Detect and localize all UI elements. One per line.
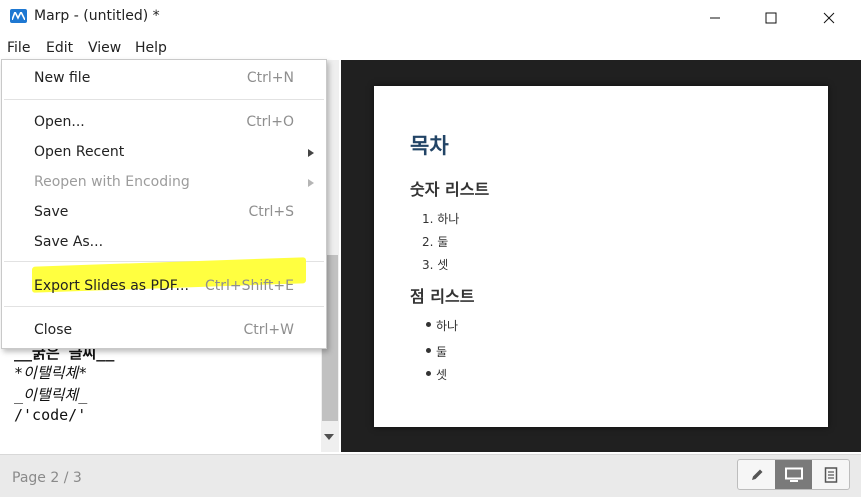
menu-item-reopen-with-encoding: Reopen with Encoding xyxy=(2,170,326,196)
title-bar: Marp - (untitled) * xyxy=(0,0,861,35)
menu-file[interactable]: File xyxy=(7,40,30,56)
menu-separator xyxy=(4,99,324,100)
menu-item-export-pdf[interactable]: Export Slides as PDF... Ctrl+Shift+E xyxy=(2,274,326,300)
menu-bar: File Edit View Help xyxy=(0,36,861,60)
ordered-list-item: 3. 셋 xyxy=(422,258,449,272)
submenu-arrow-icon xyxy=(308,179,314,187)
menu-separator xyxy=(4,306,324,307)
menu-help[interactable]: Help xyxy=(135,40,167,56)
window-title: Marp - (untitled) * xyxy=(34,8,160,24)
menu-view[interactable]: View xyxy=(88,40,121,56)
menu-item-save-as[interactable]: Save As... xyxy=(2,230,326,256)
status-bar: Page 2 / 3 xyxy=(0,454,861,497)
document-icon xyxy=(824,466,837,483)
scroll-down-arrow-icon[interactable] xyxy=(324,434,334,440)
pencil-icon xyxy=(751,469,762,480)
editor-line: _이탤릭체_ xyxy=(14,386,88,404)
menu-item-open-recent[interactable]: Open Recent xyxy=(2,140,326,166)
ordered-list-item: 1. 하나 xyxy=(422,212,460,226)
slide-subheading-bullets: 점 리스트 xyxy=(410,287,475,306)
menu-item-new-file[interactable]: New file Ctrl+N xyxy=(2,66,326,92)
markdown-view-button[interactable] xyxy=(738,460,775,489)
marp-logo-icon xyxy=(10,9,27,23)
bullet-icon xyxy=(426,322,431,327)
slide-preview: 목차 숫자 리스트 1. 하나 2. 둘 3. 셋 점 리스트 하나 둘 셋 xyxy=(374,86,828,427)
menu-item-close[interactable]: Close Ctrl+W xyxy=(2,318,326,344)
bullet-icon xyxy=(426,371,431,376)
monitor-icon xyxy=(784,467,803,482)
bullet-list-item: 둘 xyxy=(436,345,448,359)
menu-item-save[interactable]: Save Ctrl+S xyxy=(2,200,326,226)
editor-line: *이탤릭체* xyxy=(14,364,88,382)
minimize-button[interactable] xyxy=(692,0,738,35)
view-mode-toggle xyxy=(737,459,850,490)
page-indicator: Page 2 / 3 xyxy=(12,470,82,486)
bullet-icon xyxy=(426,348,431,353)
close-window-button[interactable] xyxy=(806,0,852,35)
menu-item-open[interactable]: Open... Ctrl+O xyxy=(2,110,326,136)
file-menu-dropdown: New file Ctrl+N Open... Ctrl+O Open Rece… xyxy=(1,59,327,349)
submenu-arrow-icon xyxy=(308,149,314,157)
ordered-list-item: 2. 둘 xyxy=(422,235,449,249)
slide-heading: 목차 xyxy=(410,134,449,158)
slide-subheading-numbered: 숫자 리스트 xyxy=(410,180,490,199)
slide-view-button[interactable] xyxy=(775,460,812,489)
list-view-button[interactable] xyxy=(812,460,849,489)
bullet-list-item: 셋 xyxy=(436,368,448,382)
editor-line: /'code/' xyxy=(14,406,87,424)
bullet-list-item: 하나 xyxy=(436,319,459,333)
menu-edit[interactable]: Edit xyxy=(46,40,73,56)
maximize-button[interactable] xyxy=(748,0,794,35)
